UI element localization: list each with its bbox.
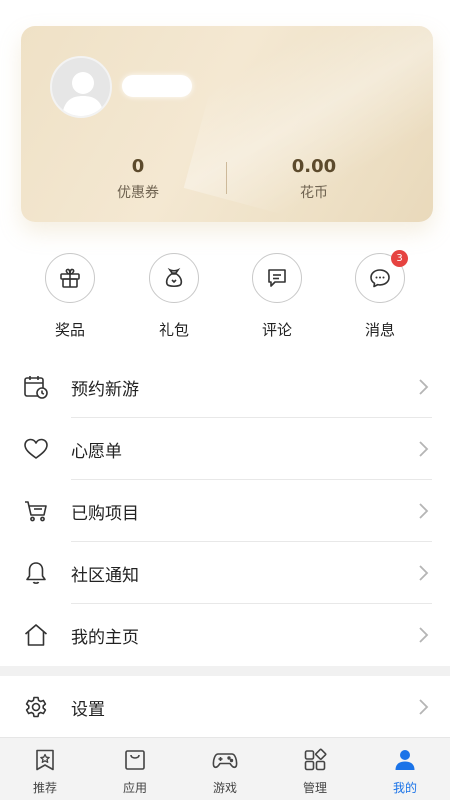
section-divider	[0, 666, 450, 676]
shopping-bag-icon	[125, 750, 145, 770]
bag-icon	[165, 267, 183, 288]
profile-card[interactable]: 0 优惠券 0.00 花币	[21, 26, 433, 222]
avatar[interactable]	[50, 56, 112, 118]
coins-stat[interactable]: 0.00 花币	[254, 156, 374, 202]
quick-action-label: 消息	[364, 321, 395, 339]
menu-item-reserve-new-games[interactable]: 预约新游	[0, 356, 450, 418]
tab-games[interactable]: 游戏	[180, 738, 270, 800]
menu-item-label: 已购项目	[71, 504, 139, 524]
menu-item-label: 预约新游	[71, 380, 139, 400]
star-bookmark-icon	[36, 749, 54, 771]
message-icon	[370, 269, 390, 288]
menu-item-purchased[interactable]: 已购项目	[0, 480, 450, 542]
tab-manage[interactable]: 管理	[270, 738, 360, 800]
coupon-stat[interactable]: 0 优惠券	[78, 156, 198, 202]
bottom-tab-bar: 推荐 应用 游戏 管理 我的	[0, 737, 450, 800]
gamepad-icon	[212, 753, 238, 769]
comment-icon	[268, 269, 286, 287]
tab-label: 应用	[122, 781, 147, 795]
bell-icon	[26, 562, 46, 584]
quick-action-label: 评论	[261, 321, 292, 339]
stat-divider	[226, 162, 227, 194]
menu-item-wishlist[interactable]: 心愿单	[0, 418, 450, 480]
default-avatar-icon	[62, 72, 104, 116]
chevron-right-icon	[419, 503, 429, 519]
chevron-right-icon	[419, 627, 429, 643]
quick-action-label: 礼包	[158, 321, 189, 339]
gear-icon	[25, 696, 47, 718]
tab-mine[interactable]: 我的	[360, 738, 450, 800]
gift-icon	[60, 268, 80, 288]
person-icon	[395, 750, 415, 770]
grid-icon	[304, 748, 327, 771]
tab-label: 管理	[302, 781, 327, 795]
tab-recommend[interactable]: 推荐	[0, 738, 90, 800]
quick-action-comments[interactable]: 评论	[247, 253, 307, 340]
menu-item-label: 社区通知	[71, 566, 139, 586]
unread-badge: 3	[391, 250, 408, 267]
tab-label: 推荐	[32, 781, 57, 795]
menu-list: 预约新游 心愿单 已购项目 社区通知 我的主页	[0, 356, 450, 666]
coupon-count: 0	[131, 156, 145, 177]
coins-label: 花币	[300, 185, 328, 201]
menu-item-settings[interactable]: 设置	[0, 676, 450, 738]
menu-item-label: 心愿单	[71, 442, 122, 462]
menu-item-my-homepage[interactable]: 我的主页	[0, 604, 450, 666]
heart-icon	[24, 438, 48, 459]
menu-item-label: 设置	[71, 700, 105, 720]
settings-section: 设置	[0, 676, 450, 738]
menu-item-label: 我的主页	[71, 628, 139, 648]
cart-icon	[25, 501, 47, 522]
quick-action-messages[interactable]: 3 消息	[350, 250, 410, 340]
quick-action-gift-packs[interactable]: 礼包	[144, 253, 204, 340]
chevron-right-icon	[419, 699, 429, 715]
chevron-right-icon	[419, 565, 429, 581]
tab-apps[interactable]: 应用	[90, 738, 180, 800]
menu-item-community-notifications[interactable]: 社区通知	[0, 542, 450, 604]
tab-label: 我的	[392, 781, 417, 795]
quick-action-label: 奖品	[54, 321, 85, 339]
home-icon	[24, 624, 48, 646]
chevron-right-icon	[419, 441, 429, 457]
chevron-right-icon	[419, 379, 429, 395]
coins-balance: 0.00	[291, 156, 337, 177]
username-redacted	[122, 75, 192, 97]
quick-action-prizes[interactable]: 奖品	[40, 253, 100, 340]
calendar-clock-icon	[24, 376, 48, 399]
coupon-label: 优惠券	[117, 185, 159, 201]
tab-label: 游戏	[212, 781, 237, 795]
